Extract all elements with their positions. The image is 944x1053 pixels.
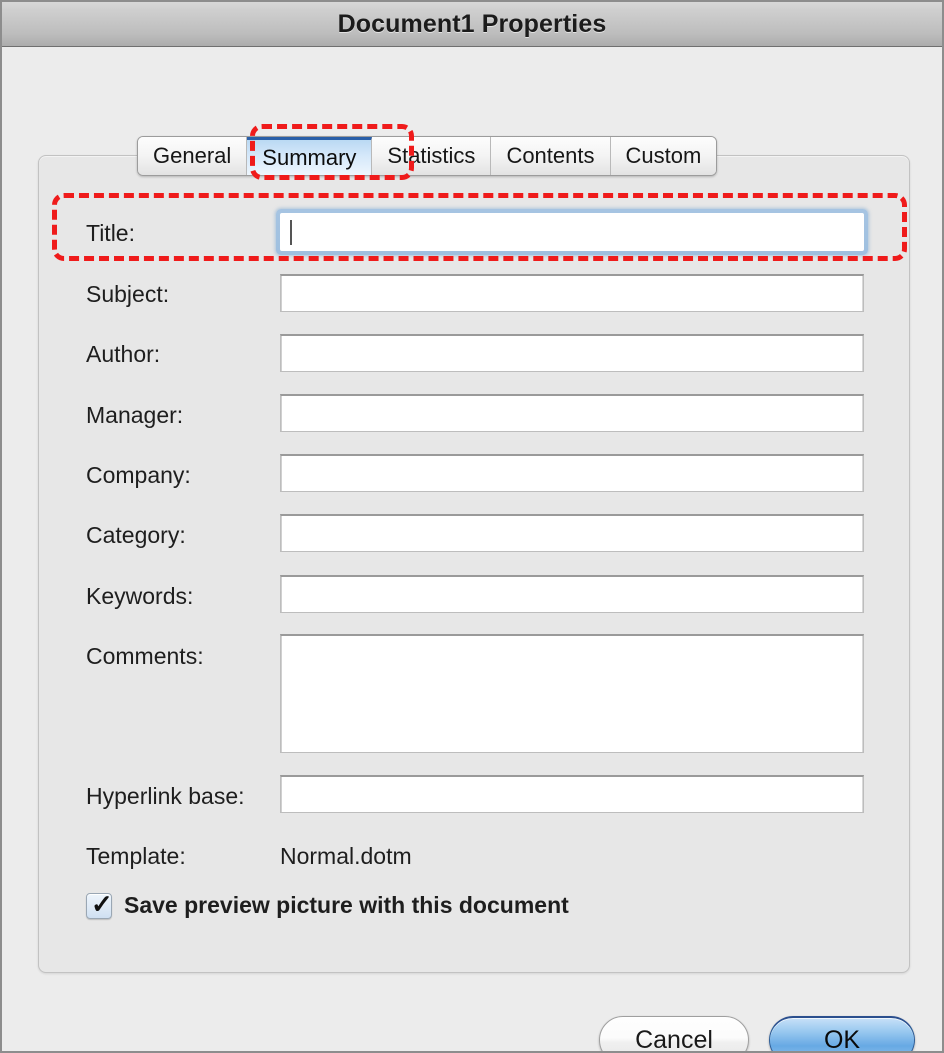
keywords-label: Keywords: [86,583,194,609]
hyperlink-base-label: Hyperlink base: [86,783,245,809]
summary-form: Title: Subject: Author: Manager: Company… [2,48,942,1051]
text-cursor-icon [290,220,292,245]
subject-input[interactable] [280,274,864,312]
author-label: Author: [86,341,161,367]
comments-label: Comments: [86,643,204,669]
manager-input[interactable] [280,394,864,432]
subject-label: Subject: [86,281,170,307]
tab-summary[interactable]: Summary [247,137,373,175]
cancel-button-label: Cancel [635,1025,713,1053]
template-label: Template: [86,843,186,869]
tab-bar: General Summary Statistics Contents Cust… [137,136,718,176]
tab-contents-label: Contents [506,143,595,168]
tab-custom[interactable]: Custom [610,137,717,175]
comments-textarea[interactable] [280,634,864,753]
checkbox-checked-icon[interactable]: ✓ [86,888,113,919]
cancel-button[interactable]: Cancel [599,1016,749,1053]
company-input[interactable] [280,454,864,492]
dialog-body: General Summary Statistics Contents Cust… [2,48,942,1051]
window-title: Document1 Properties [337,9,607,38]
title-label: Title: [86,220,135,246]
template-value: Normal.dotm [280,843,412,869]
tab-statistics-label: Statistics [387,143,476,168]
tab-general[interactable]: General [138,137,248,175]
company-label: Company: [86,462,191,488]
manager-label: Manager: [86,402,184,428]
title-input[interactable] [276,209,868,255]
category-label: Category: [86,522,186,548]
keywords-input[interactable] [280,575,864,613]
title-input-inner [280,213,864,251]
hyperlink-base-input[interactable] [280,775,864,813]
tab-custom-label: Custom [625,143,702,168]
ok-button[interactable]: OK [769,1016,915,1053]
tab-statistics[interactable]: Statistics [372,137,492,175]
ok-button-label: OK [823,1026,861,1053]
checkmark-icon: ✓ [91,888,113,919]
save-preview-picture-row[interactable]: ✓ Save preview picture with this documen… [86,888,569,919]
tab-summary-label: Summary [262,144,357,170]
window-titlebar: Document1 Properties [2,2,942,47]
category-input[interactable] [280,514,864,552]
author-input[interactable] [280,334,864,372]
tab-contents[interactable]: Contents [491,137,611,175]
tab-general-label: General [153,143,232,168]
properties-dialog-window: Document1 Properties General Summary Sta… [0,0,944,1053]
save-preview-picture-label: Save preview picture with this document [124,892,569,918]
